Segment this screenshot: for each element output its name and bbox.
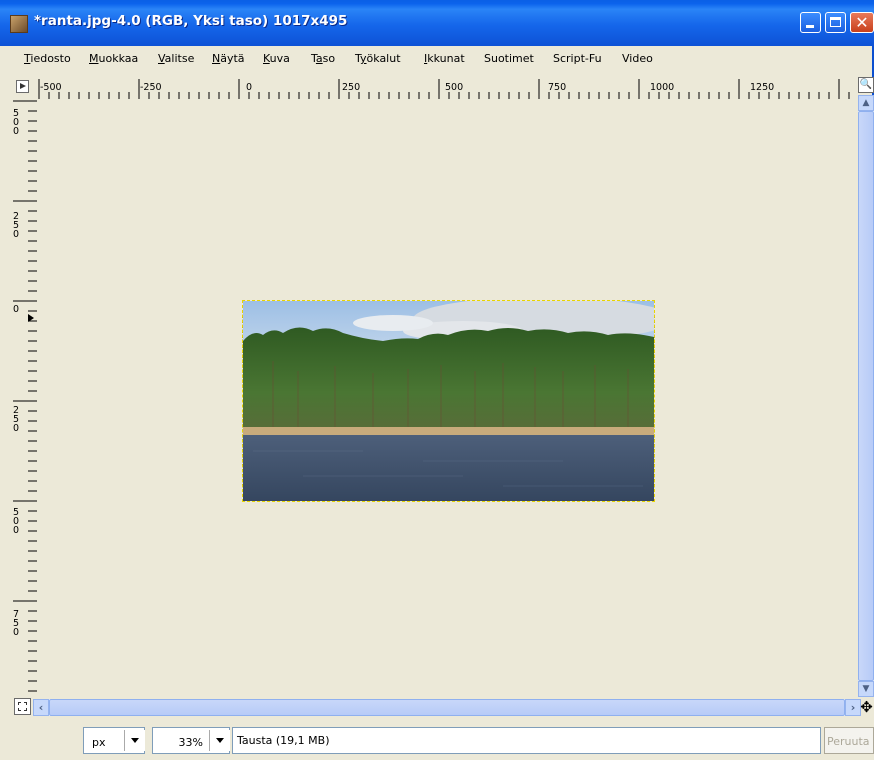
- maximize-button[interactable]: [825, 12, 846, 33]
- menu-label: uokkaa: [98, 52, 139, 65]
- menu-label: iedosto: [30, 52, 71, 65]
- unit-value: px: [92, 736, 106, 749]
- vertical-scrollbar[interactable]: ▲ ▼: [858, 95, 874, 697]
- scroll-down-icon[interactable]: ▼: [858, 681, 874, 697]
- window-left-border: [0, 46, 11, 760]
- ruler-corner: [11, 77, 37, 99]
- scroll-up-icon[interactable]: ▲: [858, 95, 874, 111]
- vruler-label: 500: [13, 507, 20, 536]
- minimize-icon: [806, 25, 814, 28]
- menu-label: so: [322, 52, 336, 65]
- menu-label: uva: [269, 52, 290, 65]
- status-message: Tausta (19,1 MB): [232, 727, 821, 754]
- menu-label: äytä: [220, 52, 245, 65]
- menu-mnemonic: M: [89, 52, 99, 65]
- menu-label: ökalut: [366, 52, 401, 65]
- status-bar: px 33% Tausta (19,1 MB) Peruuta: [0, 718, 874, 760]
- menu-nayta[interactable]: Näytä: [212, 52, 245, 65]
- menu-mnemonic: N: [212, 52, 221, 65]
- image-boundary: [242, 300, 655, 502]
- vruler-label: 0: [13, 304, 20, 315]
- vertical-ruler-ticks: [13, 100, 37, 692]
- hruler-label: 0: [246, 82, 253, 93]
- unit-selector[interactable]: px: [83, 727, 145, 754]
- navigate-icon[interactable]: [14, 698, 31, 715]
- image-thumbnail-icon[interactable]: [10, 15, 28, 33]
- horizontal-scrollbar[interactable]: ‹ ›: [33, 699, 861, 716]
- title-bar[interactable]: *ranta.jpg-4.0 (RGB, Yksi taso) 1017x495…: [0, 0, 874, 46]
- horizontal-ruler[interactable]: -500 -250 0 250 500 750 1000 1250: [37, 77, 856, 100]
- menu-label: kkunat: [427, 52, 465, 65]
- zoom-icon[interactable]: 🔍: [858, 77, 874, 93]
- vertical-scroll-thumb[interactable]: [858, 111, 874, 681]
- menu-bar: Tiedosto Muokkaa Valitse Näytä Kuva Taso…: [0, 46, 874, 72]
- cancel-label: Peruuta: [827, 735, 870, 748]
- scroll-left-icon[interactable]: ‹: [33, 699, 49, 716]
- hruler-label: 250: [342, 82, 361, 93]
- horizontal-scroll-row: ‹ › ✥: [11, 697, 874, 718]
- menu-mnemonic: a: [315, 52, 323, 65]
- menu-ikkunat[interactable]: Ikkunat: [424, 52, 465, 65]
- vruler-label: 750: [13, 609, 20, 638]
- pointer-position-marker: [28, 314, 34, 322]
- menu-tyokalut[interactable]: Työkalut: [355, 52, 401, 65]
- hruler-label: 1000: [650, 82, 675, 93]
- vruler-label: 250: [13, 211, 20, 240]
- chevron-down-icon[interactable]: [209, 730, 230, 751]
- menu-script-fu[interactable]: Script-Fu: [553, 52, 602, 65]
- menu-taso[interactable]: Taso: [311, 52, 335, 65]
- close-button[interactable]: ✕: [850, 12, 874, 33]
- image-canvas[interactable]: [37, 99, 858, 697]
- hruler-label: 750: [548, 82, 567, 93]
- hruler-label: -250: [140, 82, 162, 93]
- horizontal-scroll-thumb[interactable]: [49, 699, 845, 716]
- cancel-button[interactable]: Peruuta: [824, 727, 874, 754]
- maximize-icon: [830, 17, 841, 27]
- hruler-label: -500: [40, 82, 62, 93]
- menu-label: alitse: [164, 52, 195, 65]
- menu-tiedosto[interactable]: Tiedosto: [24, 52, 71, 65]
- hruler-label: 1250: [750, 82, 775, 93]
- vertical-ruler[interactable]: 500 250 0 250 500 750: [11, 99, 38, 697]
- vruler-label: 500: [13, 108, 20, 137]
- minimize-button[interactable]: [800, 12, 821, 33]
- chevron-down-icon[interactable]: [124, 730, 145, 751]
- vruler-label: 250: [13, 405, 20, 434]
- close-icon: ✕: [855, 13, 869, 32]
- hruler-label: 500: [445, 82, 464, 93]
- zoom-value: 33%: [178, 736, 203, 749]
- menu-valitse[interactable]: Valitse: [158, 52, 194, 65]
- move-icon[interactable]: ✥: [859, 697, 874, 717]
- zoom-selector[interactable]: 33%: [152, 727, 230, 754]
- menu-kuva[interactable]: Kuva: [263, 52, 290, 65]
- menu-mnemonic: K: [263, 52, 270, 65]
- menu-mnemonic: V: [158, 52, 165, 65]
- window-title: *ranta.jpg-4.0 (RGB, Yksi taso) 1017x495: [34, 13, 348, 29]
- menu-video[interactable]: Video: [622, 52, 653, 65]
- status-text: Tausta (19,1 MB): [237, 734, 330, 747]
- quick-mask-toggle-icon[interactable]: [16, 80, 29, 93]
- menu-suotimet[interactable]: Suotimet: [484, 52, 534, 65]
- menu-muokkaa[interactable]: Muokkaa: [89, 52, 138, 65]
